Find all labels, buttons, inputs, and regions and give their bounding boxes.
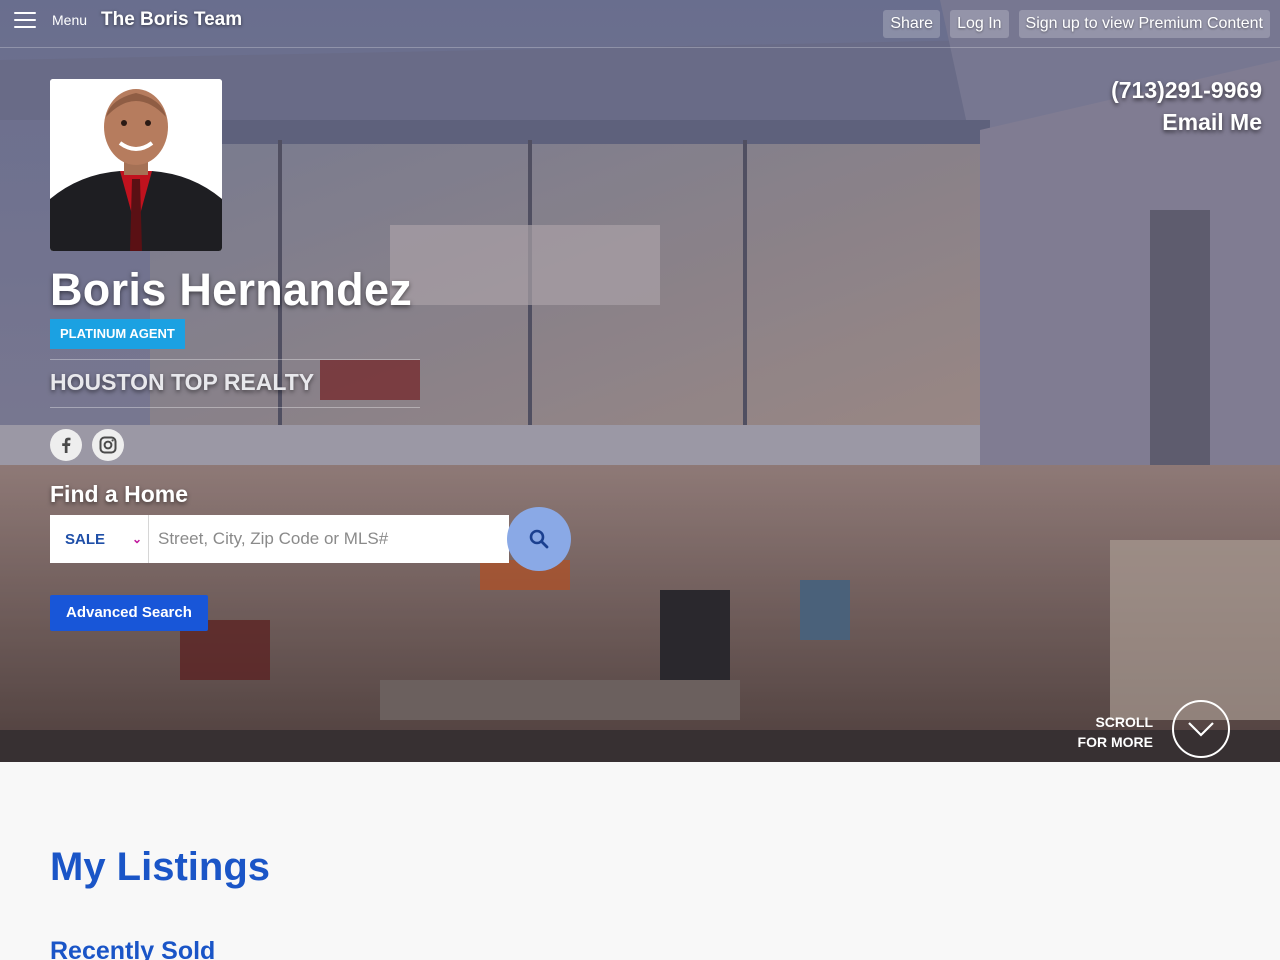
brand-title[interactable]: The Boris Team	[101, 9, 242, 31]
menu-button[interactable]: Menu	[14, 12, 87, 28]
contact-block: (713)291-9969 Email Me	[1111, 74, 1262, 138]
chevron-down-icon	[1188, 722, 1214, 737]
scroll-line-2: FOR MORE	[1077, 734, 1153, 750]
search-icon	[529, 529, 549, 549]
agent-photo	[50, 79, 222, 251]
chevron-down-icon: ⌄	[131, 532, 142, 546]
hamburger-icon	[14, 12, 36, 28]
find-home-heading: Find a Home	[50, 481, 189, 507]
listing-type-select[interactable]: SALE ⌄	[50, 515, 149, 563]
menu-label: Menu	[52, 12, 88, 28]
login-button[interactable]: Log In	[950, 10, 1009, 38]
hero-section: Menu The Boris Team Share Log In Sign up…	[0, 0, 1280, 762]
facebook-icon[interactable]	[50, 429, 82, 461]
location-search-input[interactable]	[149, 515, 509, 563]
scroll-down-button[interactable]	[1172, 700, 1230, 758]
scroll-line-1: SCROLL	[1095, 714, 1153, 730]
divider-top	[50, 359, 420, 360]
premium-signup-button[interactable]: Sign up to view Premium Content	[1018, 10, 1270, 38]
divider-bottom	[50, 407, 420, 408]
search-button[interactable]	[507, 507, 571, 571]
recently-sold-heading: Recently Sold	[50, 937, 216, 960]
company-name: HOUSTON TOP REALTY	[50, 369, 315, 395]
instagram-icon[interactable]	[92, 429, 124, 461]
agent-badge: PLATINUM AGENT	[50, 319, 185, 349]
phone-link[interactable]: (713)291-9969	[1111, 74, 1262, 106]
top-navigation-bar: Menu The Boris Team Share Log In Sign up…	[0, 0, 1280, 48]
my-listings-heading: My Listings	[50, 845, 271, 889]
email-link[interactable]: Email Me	[1111, 106, 1262, 138]
agent-name: Boris Hernandez	[50, 264, 413, 315]
search-bar: SALE ⌄	[50, 507, 571, 571]
social-links	[50, 429, 124, 461]
share-button[interactable]: Share	[883, 10, 941, 38]
top-actions: Share Log In Sign up to view Premium Con…	[883, 10, 1270, 38]
listing-type-value: SALE	[65, 530, 106, 548]
scroll-hint: SCROLL FOR MORE	[1078, 712, 1153, 752]
advanced-search-button[interactable]: Advanced Search	[50, 595, 208, 631]
